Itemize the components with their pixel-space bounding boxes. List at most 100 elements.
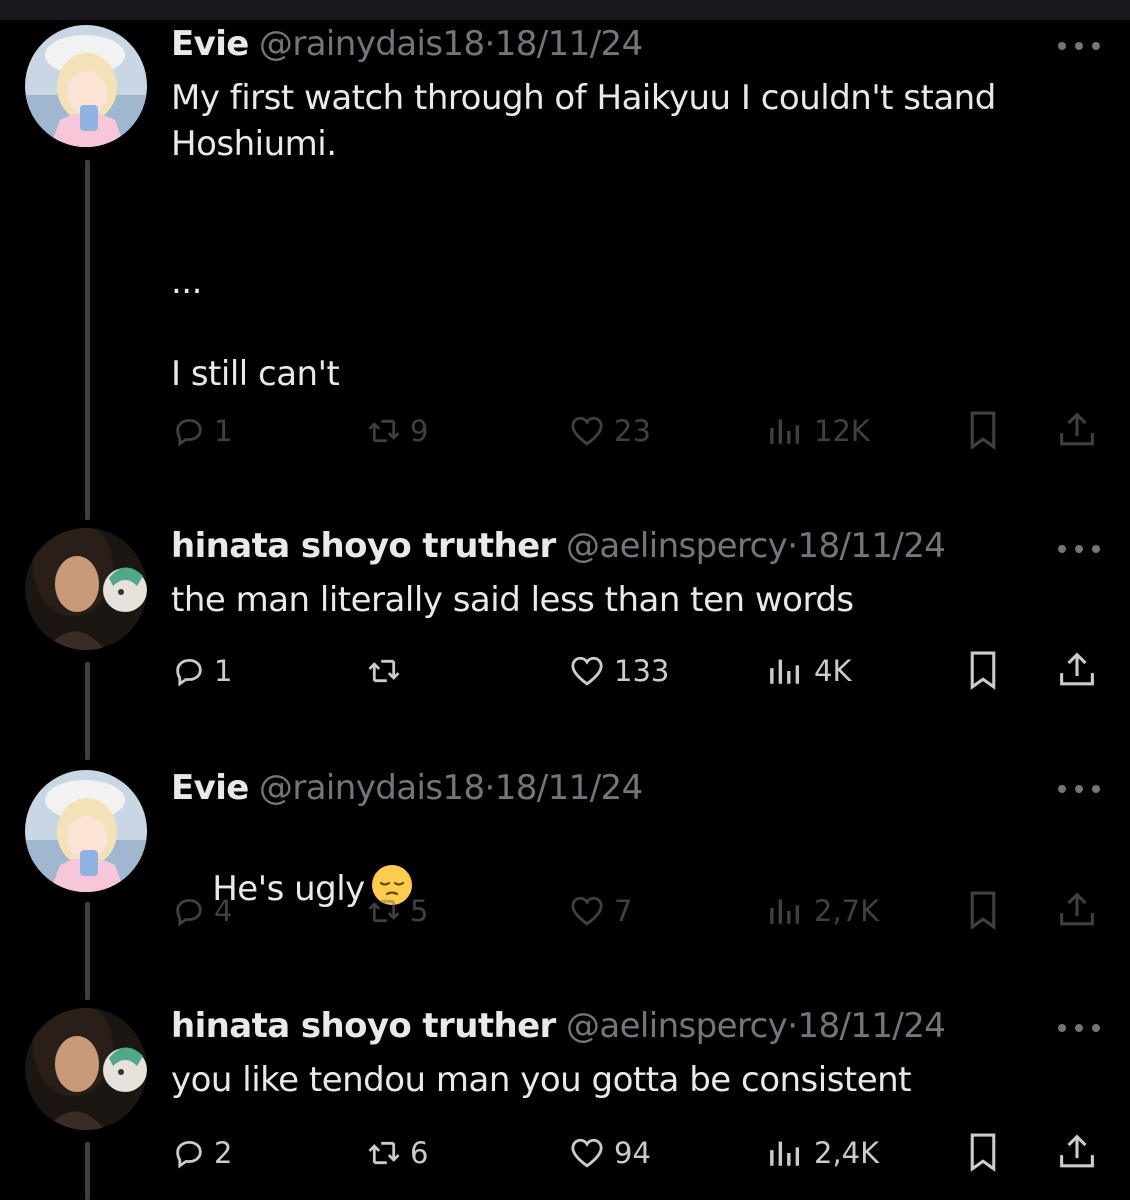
user-handle[interactable]: @aelinspercy (566, 526, 788, 566)
action-bar: 1 133 4K (0, 646, 1130, 696)
user-handle[interactable]: @rainydais18 (259, 768, 485, 808)
display-name[interactable]: Evie (171, 768, 249, 808)
view-count: 12K (814, 414, 870, 448)
reply-icon (176, 658, 202, 687)
repost-button[interactable]: 9 (366, 406, 428, 456)
bookmark-button[interactable] (964, 410, 1002, 454)
repost-button[interactable] (366, 646, 410, 696)
repost-button[interactable]: 5 (366, 886, 428, 936)
reply-count: 1 (214, 654, 233, 688)
reply-button[interactable]: 2 (172, 1128, 232, 1178)
like-button[interactable]: 94 (568, 1128, 651, 1178)
tweet-date[interactable]: 18/11/24 (797, 1006, 946, 1046)
like-count: 23 (614, 414, 651, 448)
view-count: 2,7K (814, 894, 880, 928)
tweet[interactable]: hinata shoyo truther @aelinspercy·18/11/… (0, 1000, 1130, 1200)
like-count: 133 (614, 654, 670, 688)
repost-count: 5 (410, 894, 429, 928)
reply-icon (176, 898, 202, 927)
tweet[interactable]: Evie @rainydais18·18/11/24 He's ugly 4 5… (0, 760, 1130, 1000)
reply-count: 1 (214, 414, 233, 448)
views-chart-icon (770, 659, 800, 684)
share-button[interactable] (1056, 650, 1098, 694)
user-handle[interactable]: @aelinspercy (566, 1006, 788, 1046)
more-options-button[interactable] (1058, 784, 1100, 794)
tweet-header: Evie @rainydais18·18/11/24 (171, 768, 643, 808)
view-count: 2,4K (814, 1136, 880, 1170)
repost-icon (368, 899, 400, 923)
action-bar: 1 9 23 12K (0, 406, 1130, 456)
like-count: 94 (614, 1136, 651, 1170)
heart-icon (571, 656, 603, 686)
tweet[interactable]: hinata shoyo truther @aelinspercy·18/11/… (0, 520, 1130, 760)
avatar[interactable] (25, 25, 147, 147)
display-name[interactable]: hinata shoyo truther (171, 526, 556, 566)
repost-icon (368, 1141, 400, 1165)
bookmark-icon (970, 1133, 996, 1172)
user-handle[interactable]: @rainydais18 (259, 24, 485, 64)
share-icon (1060, 652, 1094, 686)
tweet-date[interactable]: 18/11/24 (495, 768, 644, 808)
heart-icon (571, 1138, 603, 1168)
bookmark-button[interactable] (964, 1132, 1002, 1176)
display-name[interactable]: hinata shoyo truther (171, 1006, 556, 1046)
views-chart-icon (770, 899, 800, 924)
share-icon (1060, 412, 1094, 446)
avatar[interactable] (25, 770, 147, 892)
display-name[interactable]: Evie (171, 24, 249, 64)
views-button[interactable]: 4K (766, 646, 851, 696)
reply-button[interactable]: 1 (172, 646, 232, 696)
views-button[interactable]: 2,7K (766, 886, 879, 936)
tweet-text: My first watch through of Haikyuu I coul… (171, 78, 996, 394)
avatar[interactable] (25, 1008, 147, 1130)
heart-icon (571, 416, 603, 446)
separator: · (484, 768, 496, 808)
bookmark-button[interactable] (964, 650, 1002, 694)
separator: · (787, 1006, 798, 1046)
view-count: 4K (814, 654, 852, 688)
more-options-button[interactable] (1058, 41, 1100, 51)
reply-count: 4 (214, 894, 233, 928)
bookmark-icon (970, 891, 996, 930)
separator: · (787, 526, 798, 566)
selfie-avatar-icon (25, 528, 147, 650)
repost-count: 6 (410, 1136, 429, 1170)
anime-girl-avatar-icon (25, 770, 147, 892)
action-bar: 2 6 94 2,4K (0, 1128, 1130, 1178)
share-button[interactable] (1056, 1132, 1098, 1176)
tweet[interactable]: Evie @rainydais18·18/11/24 My first watc… (0, 0, 1130, 480)
like-count: 7 (614, 894, 633, 928)
share-button[interactable] (1056, 410, 1098, 454)
heart-icon (571, 896, 603, 926)
like-button[interactable]: 23 (568, 406, 651, 456)
tweet-date[interactable]: 18/11/24 (797, 526, 946, 566)
reply-button[interactable]: 4 (172, 886, 232, 936)
tweet-header: hinata shoyo truther @aelinspercy·18/11/… (171, 1006, 946, 1046)
separator: · (484, 24, 496, 64)
views-chart-icon (770, 419, 800, 444)
more-options-button[interactable] (1058, 1023, 1100, 1033)
repost-icon (368, 659, 400, 683)
reply-icon (176, 1140, 202, 1169)
like-button[interactable]: 7 (568, 886, 632, 936)
bookmark-button[interactable] (964, 890, 1002, 934)
selfie-avatar-icon (25, 1008, 147, 1130)
share-icon (1060, 1134, 1094, 1168)
repost-button[interactable]: 6 (366, 1128, 428, 1178)
views-button[interactable]: 12K (766, 406, 870, 456)
more-options-button[interactable] (1058, 544, 1100, 554)
bookmark-icon (970, 651, 996, 690)
reply-count: 2 (214, 1136, 233, 1170)
bookmark-icon (970, 411, 996, 450)
action-bar: 4 5 7 2,7K (0, 886, 1130, 936)
share-icon (1060, 892, 1094, 926)
avatar[interactable] (25, 528, 147, 650)
share-button[interactable] (1056, 890, 1098, 934)
views-button[interactable]: 2,4K (766, 1128, 879, 1178)
reply-button[interactable]: 1 (172, 406, 232, 456)
anime-girl-avatar-icon (25, 25, 147, 147)
tweet-date[interactable]: 18/11/24 (495, 24, 644, 64)
repost-icon (368, 419, 400, 443)
like-button[interactable]: 133 (568, 646, 669, 696)
repost-count: 9 (410, 414, 429, 448)
